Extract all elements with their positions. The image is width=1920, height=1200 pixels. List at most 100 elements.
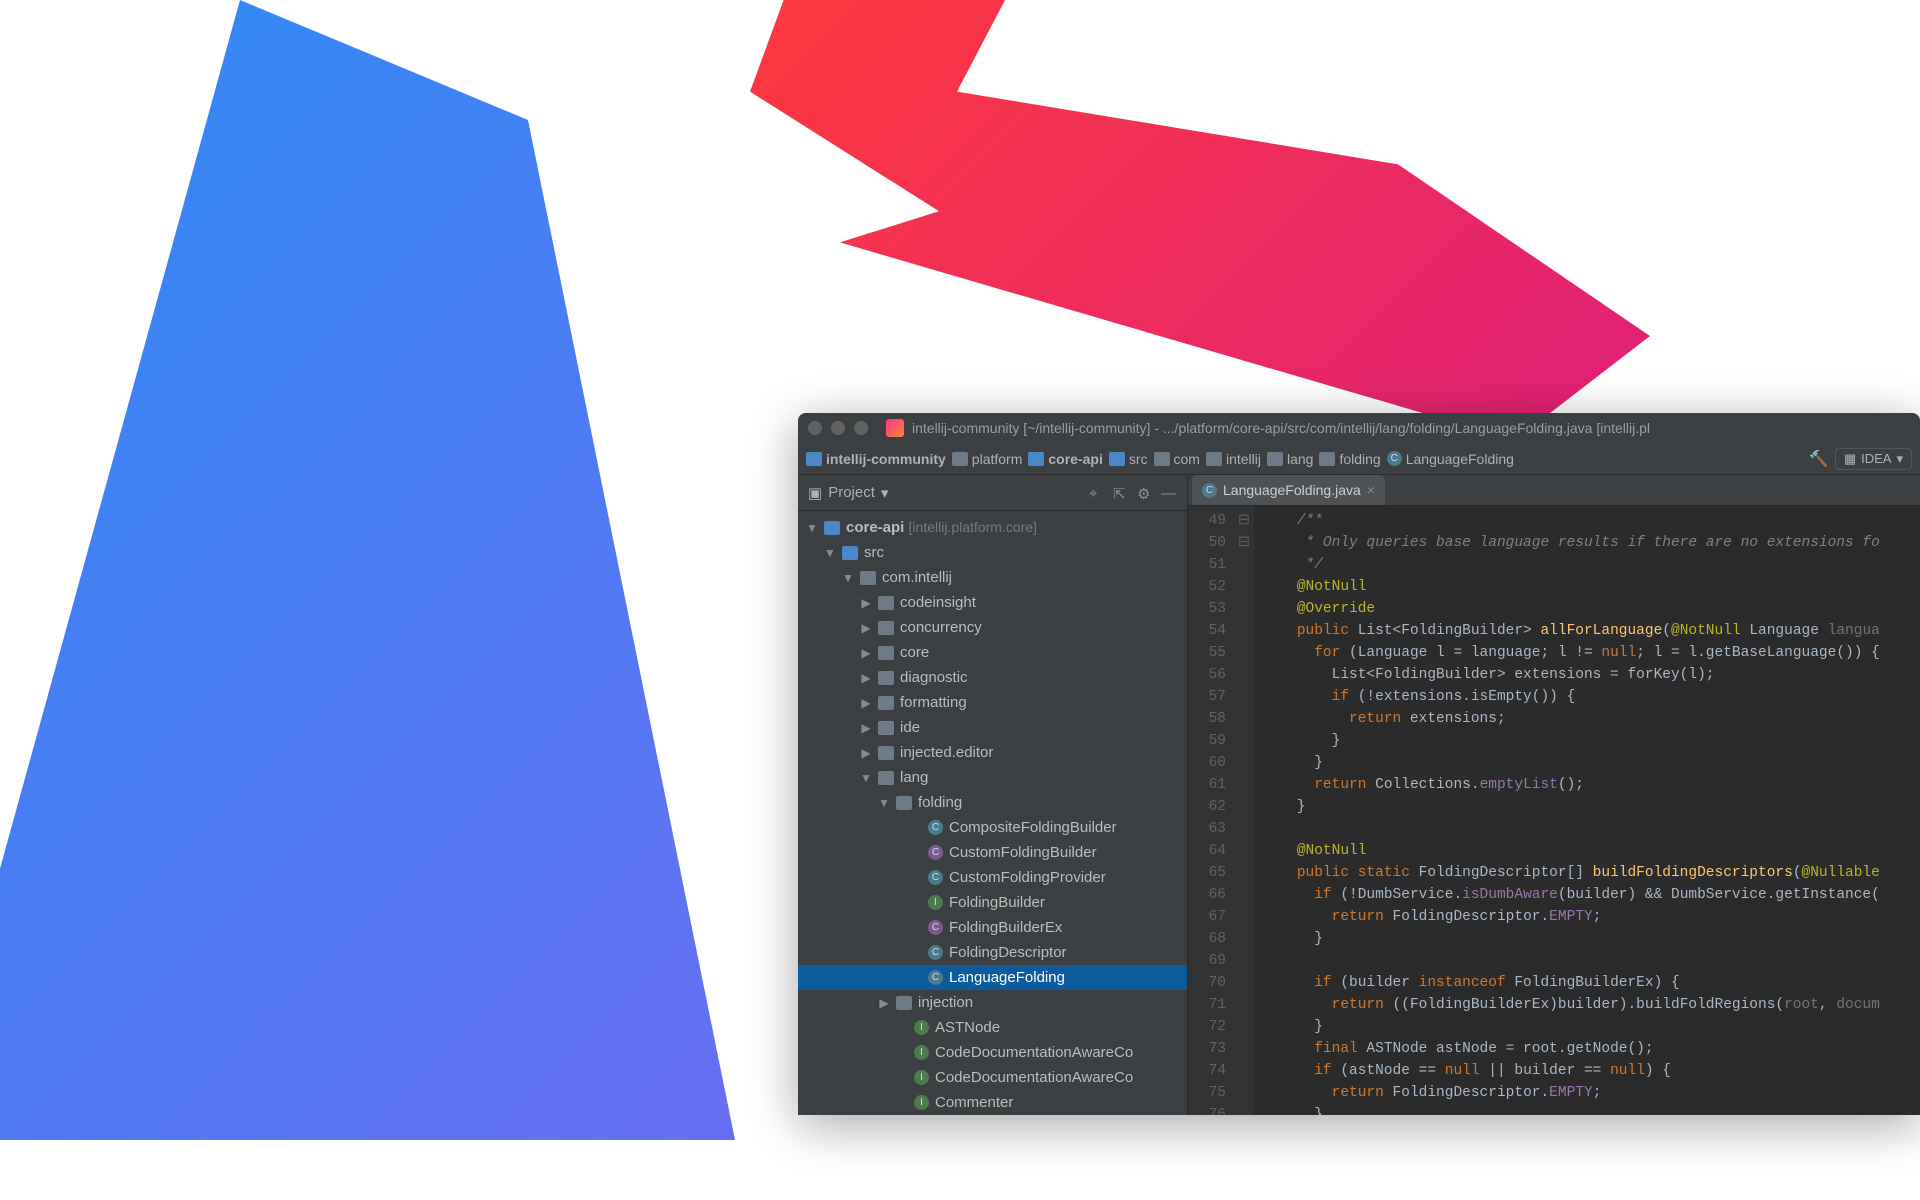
breadcrumb-item[interactable]: src	[1109, 451, 1148, 467]
chevron-down-icon[interactable]: ▾	[881, 484, 889, 502]
collapse-icon[interactable]: ⇱	[1113, 485, 1129, 501]
breadcrumb-item[interactable]: com	[1154, 451, 1200, 467]
tree-label: CustomFoldingProvider	[949, 869, 1106, 886]
folder-icon	[878, 646, 894, 660]
breadcrumb-item[interactable]: lang	[1267, 451, 1313, 467]
tree-node-formatting[interactable]: ▶formatting	[798, 690, 1187, 715]
fold-gutter[interactable]: ⊟ ⊟	[1234, 506, 1254, 1115]
editor-tab[interactable]: C LanguageFolding.java ×	[1192, 475, 1385, 505]
tree-node-core[interactable]: ▶core	[798, 640, 1187, 665]
class-icon: C	[1202, 483, 1217, 498]
run-config-combo[interactable]: ▦ IDEA ▾	[1835, 448, 1912, 470]
tree-label: src	[864, 544, 884, 561]
minimize-icon[interactable]	[831, 421, 845, 435]
breadcrumb-bar: intellij-community platform core-api src…	[798, 443, 1920, 475]
breadcrumb-item[interactable]: platform	[952, 451, 1023, 467]
bg-gradient-blue	[0, 0, 780, 1200]
folder-icon	[1154, 452, 1170, 466]
breadcrumb-class[interactable]: CLanguageFolding	[1387, 451, 1514, 467]
interface-icon: I	[914, 1095, 929, 1110]
interface-icon: I	[914, 1045, 929, 1060]
tree-label: ide	[900, 719, 920, 736]
folder-icon	[824, 521, 840, 535]
bg-gradient-red	[750, 0, 1650, 440]
tree-label: concurrency	[900, 619, 982, 636]
project-sidebar: ▣ Project ▾ ⌖ ⇱ ⚙ — ▼core-api [intellij.…	[798, 475, 1188, 1115]
tree-label: lang	[900, 769, 928, 786]
tree-node-cd2[interactable]: I CodeDocumentationAwareCo	[798, 1065, 1187, 1090]
interface-icon: I	[914, 1020, 929, 1035]
tree-label: FoldingDescriptor	[949, 944, 1067, 961]
maximize-icon[interactable]	[854, 421, 868, 435]
tree-node-ast[interactable]: I ASTNode	[798, 1015, 1187, 1040]
line-gutter: 49 50 51 52 53 54 55 56 57 58 59 60 61 6…	[1188, 506, 1234, 1115]
tree-node-cmt[interactable]: I Commenter	[798, 1090, 1187, 1115]
window-controls[interactable]	[808, 421, 868, 435]
tree-node-src[interactable]: ▼src	[798, 540, 1187, 565]
tree-node-c6[interactable]: CFoldingDescriptor	[798, 940, 1187, 965]
editor-pane: C LanguageFolding.java × 49 50 51 52 53 …	[1188, 475, 1920, 1115]
tree-node-ide[interactable]: ▶ide	[798, 715, 1187, 740]
tree-label: Commenter	[935, 1094, 1013, 1111]
folder-icon	[1206, 452, 1222, 466]
folder-icon	[878, 771, 894, 785]
editor-tabbar: C LanguageFolding.java ×	[1188, 475, 1920, 506]
sidebar-title[interactable]: Project	[828, 484, 875, 501]
tree-node-codeinsight[interactable]: ▶codeinsight	[798, 590, 1187, 615]
tree-label: CodeDocumentationAwareCo	[935, 1044, 1133, 1061]
tree-node-pkg[interactable]: ▼com.intellij	[798, 565, 1187, 590]
code-editor[interactable]: 49 50 51 52 53 54 55 56 57 58 59 60 61 6…	[1188, 506, 1920, 1115]
folder-icon	[878, 746, 894, 760]
tree-label: LanguageFolding	[949, 969, 1065, 986]
tree-node-diagnostic[interactable]: ▶diagnostic	[798, 665, 1187, 690]
tree-node-c3[interactable]: CCustomFoldingProvider	[798, 865, 1187, 890]
tree-node-c7[interactable]: C LanguageFolding	[798, 965, 1187, 990]
tree-label: injected.editor	[900, 744, 993, 761]
class-icon: C	[928, 920, 943, 935]
tree-label: CodeDocumentationAwareCo	[935, 1069, 1133, 1086]
folder-icon	[806, 452, 822, 466]
folder-icon	[878, 696, 894, 710]
tree-node-root[interactable]: ▼core-api [intellij.platform.core]	[798, 515, 1187, 540]
breadcrumb-item[interactable]: core-api	[1028, 451, 1102, 467]
breadcrumb-item[interactable]: folding	[1319, 451, 1380, 467]
tree-label: core	[900, 644, 929, 661]
close-icon[interactable]	[808, 421, 822, 435]
folder-icon	[1267, 452, 1283, 466]
locate-icon[interactable]: ⌖	[1089, 485, 1105, 501]
chevron-down-icon: ▾	[1896, 451, 1903, 467]
code-area[interactable]: /** * Only queries base language results…	[1254, 506, 1920, 1115]
class-icon: C	[928, 820, 943, 835]
folder-icon	[896, 996, 912, 1010]
build-button[interactable]: 🔨	[1809, 449, 1829, 469]
project-tree[interactable]: ▼core-api [intellij.platform.core]▼src▼c…	[798, 511, 1187, 1115]
tree-node-concurrency[interactable]: ▶concurrency	[798, 615, 1187, 640]
gear-icon[interactable]: ⚙	[1137, 485, 1153, 501]
class-icon: C	[928, 970, 943, 985]
interface-icon: I	[928, 895, 943, 910]
tree-node-injected[interactable]: ▶injected.editor	[798, 740, 1187, 765]
tree-node-c4[interactable]: IFoldingBuilder	[798, 890, 1187, 915]
tree-node-c1[interactable]: C CompositeFoldingBuilder	[798, 815, 1187, 840]
tree-label: ASTNode	[935, 1019, 1000, 1036]
tree-node-lang[interactable]: ▼lang	[798, 765, 1187, 790]
folder-icon	[1109, 452, 1125, 466]
breadcrumb-item[interactable]: intellij	[1206, 451, 1261, 467]
tree-label: CustomFoldingBuilder	[949, 844, 1097, 861]
sidebar-header: ▣ Project ▾ ⌖ ⇱ ⚙ —	[798, 475, 1187, 511]
hide-icon[interactable]: —	[1161, 485, 1177, 501]
folder-icon	[1319, 452, 1335, 466]
tree-node-c2[interactable]: CCustomFoldingBuilder	[798, 840, 1187, 865]
interface-icon: I	[914, 1070, 929, 1085]
folder-icon	[878, 596, 894, 610]
tree-node-c5[interactable]: CFoldingBuilderEx	[798, 915, 1187, 940]
folder-icon	[878, 621, 894, 635]
ide-window: intellij-community [~/intellij-community…	[798, 413, 1920, 1115]
breadcrumb-root[interactable]: intellij-community	[806, 451, 946, 467]
tree-label: injection	[918, 994, 973, 1011]
tree-node-folding[interactable]: ▼folding	[798, 790, 1187, 815]
tree-node-injection[interactable]: ▶injection	[798, 990, 1187, 1015]
close-icon[interactable]: ×	[1367, 482, 1375, 498]
tree-node-cd1[interactable]: I CodeDocumentationAwareCo	[798, 1040, 1187, 1065]
tree-label: CompositeFoldingBuilder	[949, 819, 1117, 836]
